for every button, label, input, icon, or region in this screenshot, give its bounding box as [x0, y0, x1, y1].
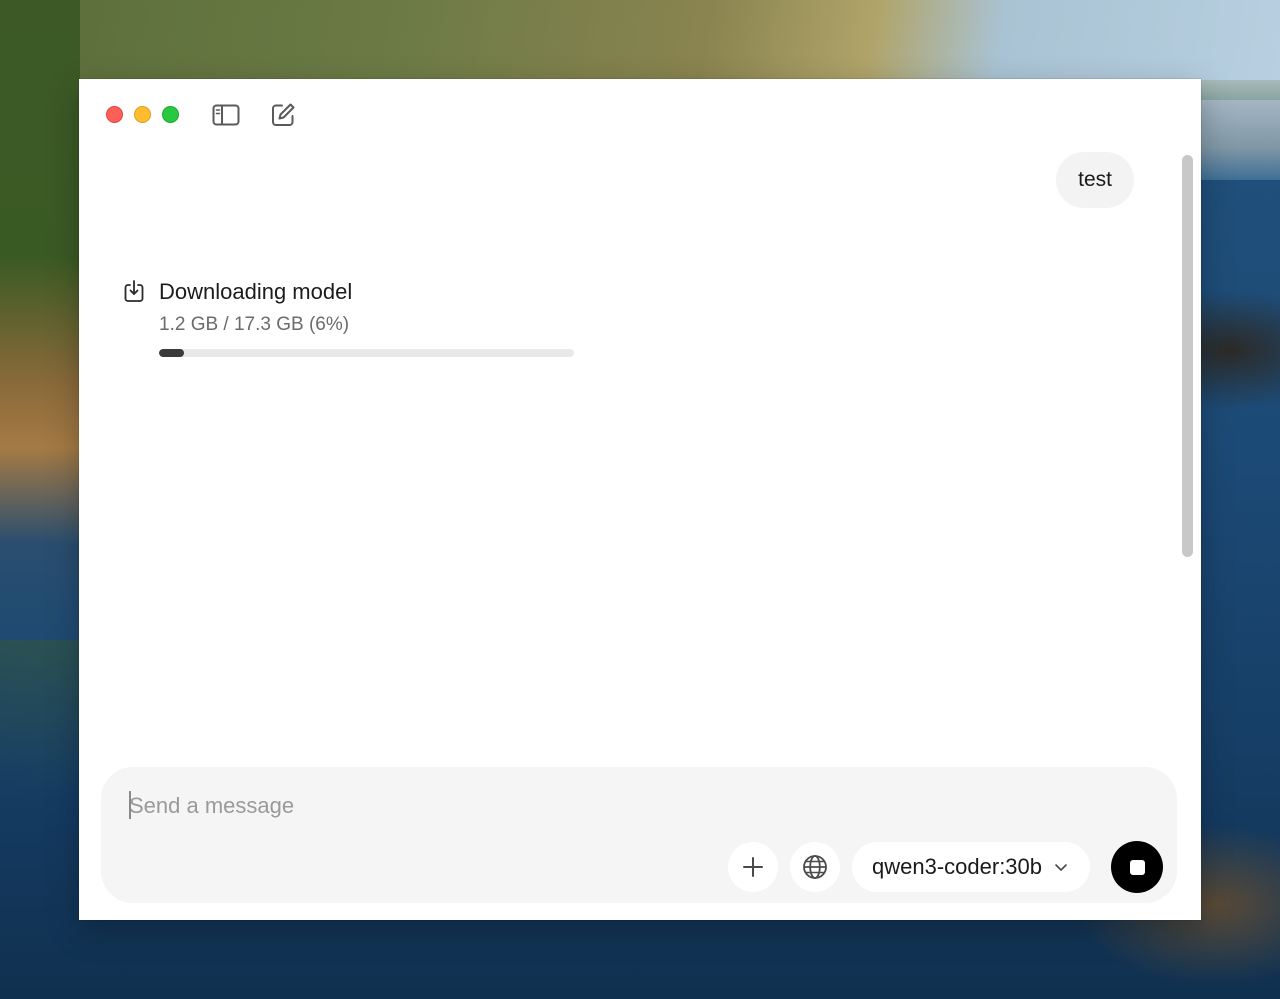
wallpaper-coast: [1200, 100, 1280, 180]
plus-icon: [743, 857, 763, 877]
close-window-button[interactable]: [106, 106, 123, 123]
globe-icon: [803, 855, 827, 879]
stop-icon: [1129, 859, 1145, 875]
new-chat-icon: [272, 103, 295, 126]
conversation-scrollbar[interactable]: [1181, 155, 1193, 920]
download-title: Downloading model: [159, 279, 353, 304]
download-progress-bar: [159, 349, 574, 357]
stop-generation-button[interactable]: [1111, 841, 1163, 893]
user-message-bubble: test: [1056, 152, 1134, 208]
chevron-down-icon: [1055, 864, 1067, 871]
app-window: test Downloading model 1.2 GB / 17.3 GB …: [79, 79, 1201, 920]
web-search-button[interactable]: [790, 842, 840, 892]
wallpaper-cliff: [0, 0, 80, 640]
download-progress-fill: [159, 349, 184, 357]
model-name: qwen3-coder:30b: [872, 854, 1043, 879]
zoom-window-button[interactable]: [162, 106, 179, 123]
user-message-text: test: [1078, 168, 1112, 191]
scrollbar-thumb[interactable]: [1182, 155, 1193, 557]
sidebar-toggle-button[interactable]: [211, 101, 241, 129]
sidebar-toggle-icon: [212, 104, 240, 126]
download-icon: [124, 280, 144, 302]
wallpaper-hillside: [0, 0, 1280, 80]
minimize-window-button[interactable]: [134, 106, 151, 123]
message-composer: qwen3-coder:30b: [101, 767, 1177, 903]
new-chat-button[interactable]: [268, 101, 298, 129]
text-caret: [129, 791, 131, 819]
attach-button[interactable]: [728, 842, 778, 892]
download-progress-text: 1.2 GB / 17.3 GB (6%): [159, 314, 350, 335]
message-input[interactable]: [129, 789, 729, 823]
model-selector[interactable]: qwen3-coder:30b: [852, 842, 1091, 892]
